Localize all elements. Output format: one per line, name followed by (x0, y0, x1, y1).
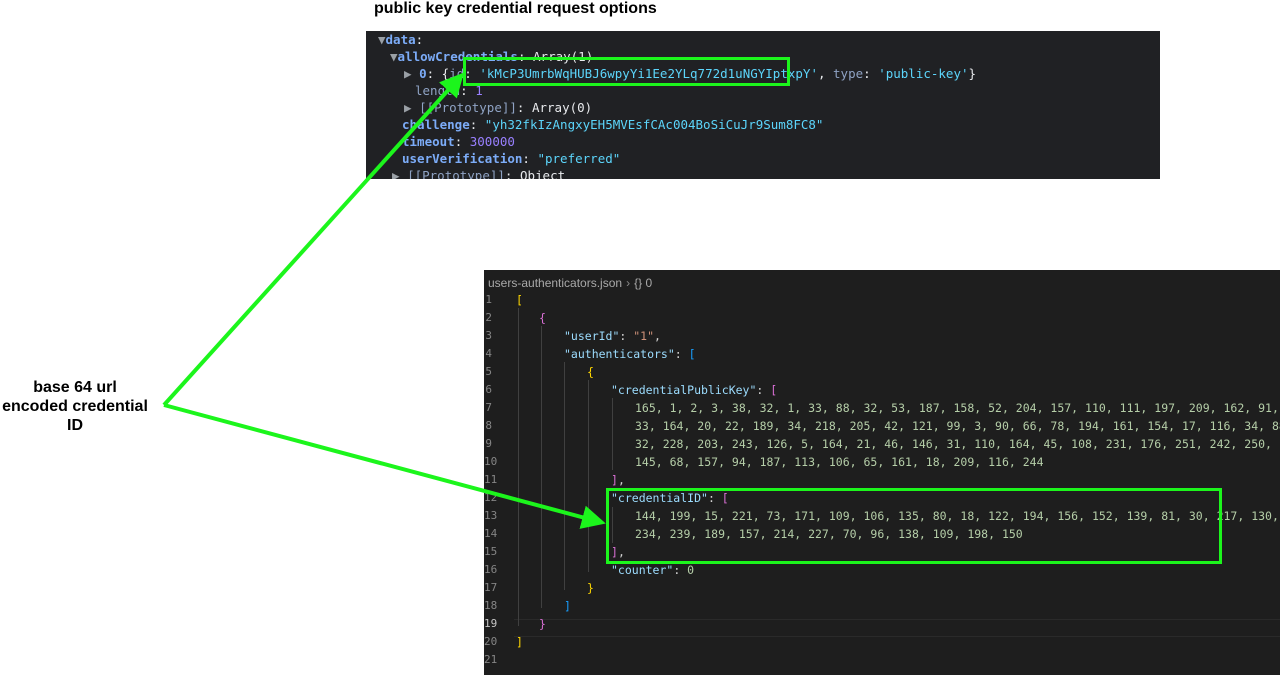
arrow-to-editor-credential-id (163, 403, 606, 529)
callout-arrows (162, 72, 606, 529)
arrow-to-devtools-id (162, 72, 465, 407)
